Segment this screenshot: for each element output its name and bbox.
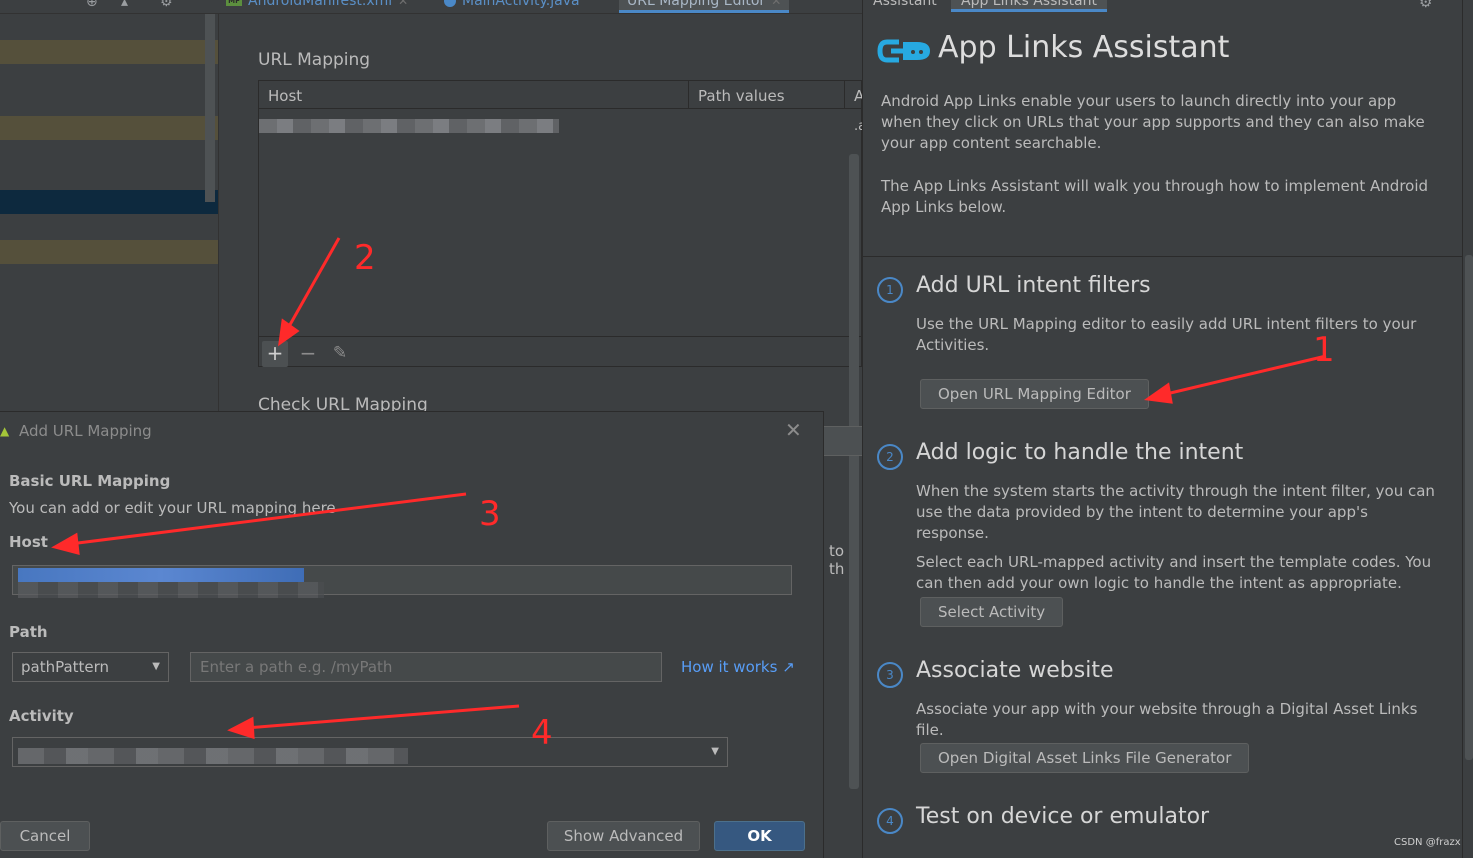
android-icon: ▲ <box>0 424 10 438</box>
add-url-mapping-dialog: ▲ Add URL Mapping ✕ Basic URL Mapping Yo… <box>0 411 824 858</box>
manifest-file-icon: MF <box>226 0 242 6</box>
column-divider[interactable] <box>844 81 845 109</box>
section-title: Basic URL Mapping <box>9 472 171 490</box>
column-divider[interactable] <box>688 81 689 109</box>
scrollbar[interactable] <box>205 14 215 202</box>
tab-android-manifest[interactable]: MF AndroidManifest.xml ✕ <box>226 0 408 13</box>
step-description: Use the URL Mapping editor to easily add… <box>916 314 1436 364</box>
tab-app-links-assistant[interactable]: App Links Assistant <box>951 0 1107 12</box>
close-icon[interactable]: ✕ <box>398 0 408 8</box>
tab-url-mapping-editor[interactable]: URL Mapping Editor ✕ <box>619 0 790 13</box>
step-number-badge: 3 <box>877 662 903 688</box>
step-title: Associate website <box>916 658 1114 683</box>
project-tree-row-selected[interactable] <box>0 190 218 214</box>
gear-icon[interactable]: ⚙ <box>160 0 173 10</box>
watermark: CSDN @frazx <box>1394 837 1461 848</box>
panel-title: App Links Assistant <box>938 30 1230 65</box>
step-title: Test on device or emulator <box>916 804 1210 829</box>
intro-text: Android App Links enable your users to l… <box>881 91 1441 240</box>
path-type-select[interactable]: pathPattern ▼ <box>12 652 169 682</box>
project-tree-row[interactable] <box>0 40 218 64</box>
java-class-icon <box>444 0 456 7</box>
step-paragraph: Use the URL Mapping editor to easily add… <box>916 315 1417 354</box>
select-activity-button[interactable]: Select Activity <box>920 597 1064 627</box>
annotation-number-4: 4 <box>531 713 553 753</box>
open-url-mapping-editor-button[interactable]: Open URL Mapping Editor <box>920 379 1149 409</box>
cancel-button[interactable]: Cancel <box>0 821 90 851</box>
step-number-badge: 2 <box>877 444 903 470</box>
step-paragraph: Associate your app with your website thr… <box>916 700 1418 739</box>
gear-icon[interactable]: ⚙ <box>1419 0 1432 11</box>
chevron-down-icon: ▼ <box>711 746 719 757</box>
scrollbar[interactable] <box>849 154 859 789</box>
redacted-host-value <box>18 582 324 598</box>
tab-label: URL Mapping Editor <box>627 0 766 9</box>
path-label: Path <box>9 623 48 641</box>
path-input[interactable]: Enter a path e.g. /myPath <box>190 652 662 682</box>
chevron-down-icon: ▼ <box>152 661 160 672</box>
path-type-value: pathPattern <box>21 658 110 676</box>
step-title: Add URL intent filters <box>916 273 1151 298</box>
annotation-number-2: 2 <box>354 238 376 278</box>
remove-mapping-button[interactable]: − <box>295 341 321 367</box>
tab-label: MainActivity.java <box>462 0 580 9</box>
host-label: Host <box>9 533 48 551</box>
ide-window: ⊕ ▴ ⚙ MF AndroidManifest.xml ✕ MainActivit… <box>0 0 1473 858</box>
check-button[interactable] <box>823 426 863 456</box>
column-header-path-values[interactable]: Path values <box>698 87 785 105</box>
how-it-works-link[interactable]: How it works ↗ <box>681 658 795 676</box>
app-links-assistant-panel: Assistant App Links Assistant ⚙ App Link… <box>862 0 1473 858</box>
tab-main-activity[interactable]: MainActivity.java <box>444 0 580 13</box>
step-number-badge: 4 <box>877 808 903 834</box>
ok-button[interactable]: OK <box>714 821 805 851</box>
step-paragraph: Select each URL-mapped activity and inse… <box>916 553 1432 592</box>
collapse-icon[interactable]: ▴ <box>121 0 128 10</box>
section-description: You can add or edit your URL mapping her… <box>9 499 336 517</box>
activity-label: Activity <box>9 707 74 725</box>
table-header: Host Path values A <box>259 81 864 109</box>
close-icon[interactable]: ✕ <box>771 0 781 8</box>
divider <box>863 256 1463 257</box>
show-advanced-button[interactable]: Show Advanced <box>547 821 700 851</box>
add-mapping-button[interactable]: + <box>262 341 288 367</box>
column-header-host[interactable]: Host <box>268 87 302 105</box>
project-tree-row[interactable] <box>0 240 218 264</box>
tab-assistant[interactable]: Assistant <box>873 0 937 9</box>
annotation-number-1: 1 <box>1313 330 1335 370</box>
open-asset-links-generator-button[interactable]: Open Digital Asset Links File Generator <box>920 743 1250 773</box>
step-paragraph: When the system starts the activity thro… <box>916 482 1435 542</box>
intro-paragraph: Android App Links enable your users to l… <box>881 92 1425 152</box>
project-tree-row[interactable] <box>0 116 218 140</box>
annotation-number-3: 3 <box>479 494 501 534</box>
step-description: When the system starts the activity thro… <box>916 481 1436 602</box>
app-links-logo-icon <box>877 39 930 63</box>
target-icon[interactable]: ⊕ <box>86 0 98 10</box>
section-title: URL Mapping <box>258 50 371 70</box>
tab-label: AndroidManifest.xml <box>248 0 393 9</box>
url-mapping-table: Host Path values A .a + − ✎ <box>258 80 866 368</box>
close-icon[interactable]: ✕ <box>785 418 802 442</box>
step-description: Associate your app with your website thr… <box>916 699 1436 749</box>
step-title: Add logic to handle the intent <box>916 440 1244 465</box>
redacted-activity-value <box>18 748 408 764</box>
partial-text: to th <box>829 542 845 578</box>
path-input-placeholder: Enter a path e.g. /myPath <box>200 658 393 676</box>
redacted-host-value <box>18 568 304 582</box>
table-toolbar: + − ✎ <box>259 336 863 368</box>
dialog-title: Add URL Mapping <box>19 422 152 440</box>
scrollbar-thumb[interactable] <box>1465 255 1473 760</box>
redacted-table-row[interactable] <box>259 119 559 133</box>
intro-paragraph: The App Links Assistant will walk you th… <box>881 177 1429 216</box>
edit-mapping-button[interactable]: ✎ <box>327 341 353 367</box>
step-number-badge: 1 <box>877 277 903 303</box>
